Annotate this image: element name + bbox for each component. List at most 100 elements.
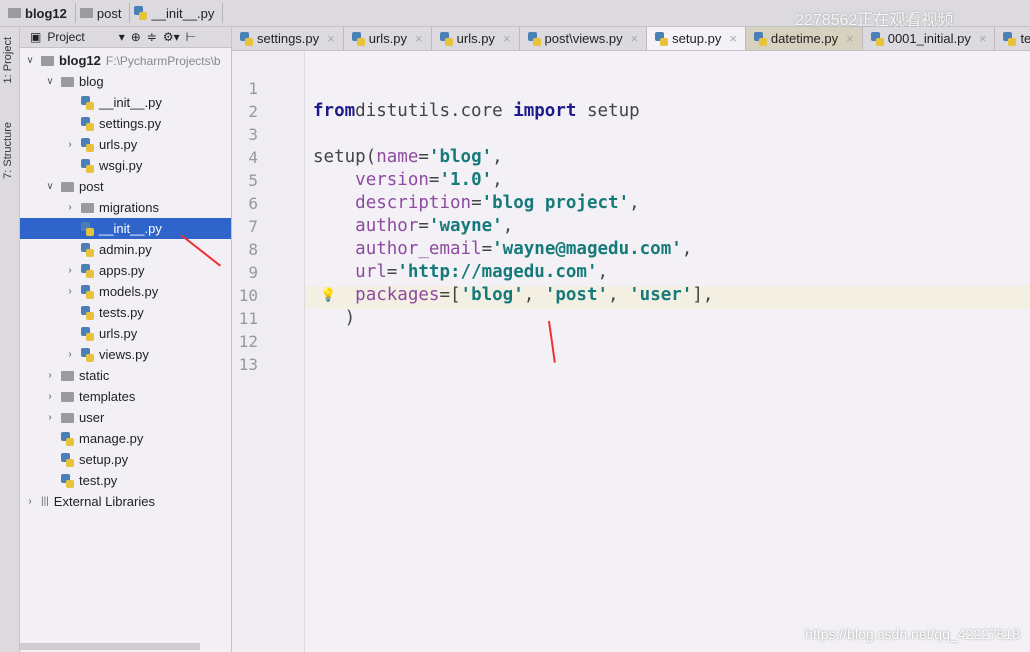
chevron-right-icon[interactable]: ›	[23, 496, 37, 507]
editor-tab[interactable]: post\views.py ×	[520, 27, 648, 50]
line-number: 4	[248, 148, 258, 167]
code-token: 'wayne@magedu.com'	[492, 239, 682, 259]
line-number: 7	[248, 217, 258, 236]
chevron-right-icon[interactable]: ›	[63, 349, 77, 360]
csdn-watermark: https://blog.csdn.net/qq_42227818	[805, 626, 1020, 642]
close-tab-icon[interactable]: ×	[631, 31, 639, 46]
tree-item[interactable]: test.py	[20, 470, 231, 491]
close-tab-icon[interactable]: ×	[846, 31, 854, 46]
code-token: description	[355, 193, 472, 213]
code-token: version	[355, 170, 429, 190]
tab-label: te	[1020, 31, 1030, 46]
tree-item[interactable]: › models.py	[20, 281, 231, 302]
tree-item[interactable]: › migrations	[20, 197, 231, 218]
tree-item-label: apps.py	[99, 263, 145, 278]
tree-item[interactable]: › ||| External Libraries	[20, 491, 231, 512]
tree-item[interactable]: › apps.py	[20, 260, 231, 281]
close-tab-icon[interactable]: ×	[327, 31, 335, 46]
chevron-down-icon[interactable]: ∨	[23, 55, 37, 66]
tree-item[interactable]: urls.py	[20, 323, 231, 344]
tree-item[interactable]: ∨ blog	[20, 71, 231, 92]
python-file-icon	[61, 473, 74, 488]
chevron-right-icon[interactable]: ›	[43, 391, 57, 402]
editor-tab[interactable]: datetime.py ×	[745, 27, 863, 50]
line-number: 13	[238, 355, 258, 374]
intention-bulb-icon[interactable]: 💡	[320, 287, 336, 303]
python-file-icon	[81, 95, 94, 110]
tree-item-label: admin.py	[99, 242, 152, 257]
tree-item[interactable]: › static	[20, 365, 231, 386]
folder-icon	[41, 55, 54, 66]
project-tool-button[interactable]: 1: Project	[2, 37, 14, 83]
editor-tab[interactable]: urls.py ×	[344, 27, 432, 50]
breadcrumb-item-blog12[interactable]: blog12	[8, 3, 76, 23]
code-token: 'http://magedu.com'	[397, 262, 598, 282]
chevron-right-icon[interactable]: ›	[63, 202, 77, 213]
structure-tool-button[interactable]: 7: Structure	[2, 122, 14, 179]
chevron-down-icon[interactable]: ∨	[43, 181, 57, 192]
tree-item-label: urls.py	[99, 137, 138, 152]
code-token: 'blog'	[460, 285, 524, 305]
code-token: distutils.core	[355, 101, 514, 121]
tree-item[interactable]: setup.py	[20, 449, 231, 470]
code-line: url='http://magedu.com',	[313, 262, 608, 282]
chevron-right-icon[interactable]: ›	[63, 139, 77, 150]
editor-tab[interactable]: urls.py ×	[432, 27, 520, 50]
close-tab-icon[interactable]: ×	[729, 31, 737, 46]
chevron-right-icon[interactable]: ›	[43, 370, 57, 381]
tree-item[interactable]: manage.py	[20, 428, 231, 449]
project-view-selector[interactable]: Project	[47, 30, 84, 44]
close-tab-icon[interactable]: ×	[503, 31, 511, 46]
project-path: F:\PycharmProjects\b	[105, 53, 221, 68]
tab-label: urls.py	[368, 31, 408, 46]
tree-item[interactable]: ∨ blog12 F:\PycharmProjects\b	[20, 50, 231, 71]
tree-item[interactable]: __init__.py	[20, 92, 231, 113]
tree-item[interactable]: wsgi.py	[20, 155, 231, 176]
tree-item-label: External Libraries	[53, 494, 155, 509]
breadcrumb-item-post[interactable]: post	[79, 3, 131, 23]
gear-icon[interactable]: ⚙▾	[163, 30, 180, 44]
code-line: setup(name='blog',	[313, 147, 503, 167]
horizontal-scrollbar[interactable]	[20, 643, 200, 650]
tab-label: urls.py	[456, 31, 495, 46]
code-line: version='1.0',	[313, 170, 503, 190]
code-editor[interactable]: 1 2 3 4 5 6 7 8 9 10 11 12 13 fromdistutils.core imp…	[232, 51, 1030, 652]
chevron-right-icon[interactable]: ›	[63, 265, 77, 276]
code-token: 'blog'	[428, 147, 493, 167]
python-file-icon	[81, 137, 94, 152]
tree-item-label: wsgi.py	[99, 158, 143, 173]
chevron-right-icon[interactable]: ›	[63, 286, 77, 297]
collapse-all-icon[interactable]: ≑	[147, 30, 157, 44]
chevron-right-icon[interactable]: ›	[43, 412, 57, 423]
tree-item[interactable]: tests.py	[20, 302, 231, 323]
tree-item[interactable]: settings.py	[20, 113, 231, 134]
breadcrumb-item-init[interactable]: __init__.py	[134, 3, 224, 23]
code-token: =	[418, 216, 429, 236]
editor-tab[interactable]: settings.py ×	[232, 27, 344, 50]
tree-item[interactable]: › urls.py	[20, 134, 231, 155]
python-file-icon	[81, 158, 94, 173]
editor-tab[interactable]: 0001_initial.py ×	[863, 27, 996, 50]
tree-item[interactable]: __init__.py	[20, 218, 231, 239]
python-file-icon	[439, 31, 453, 46]
tree-item-label: settings.py	[99, 116, 162, 131]
hide-panel-icon[interactable]: ⊢	[186, 30, 196, 44]
tree-item[interactable]: › templates	[20, 386, 231, 407]
code-token: =[	[439, 285, 461, 305]
dropdown-icon[interactable]: ▾	[119, 30, 125, 44]
editor-tab[interactable]: setup.py ×	[647, 27, 746, 50]
tree-item-label: manage.py	[79, 431, 144, 446]
editor-tab[interactable]: te	[995, 27, 1030, 50]
close-tab-icon[interactable]: ×	[979, 31, 987, 46]
tree-item[interactable]: › views.py	[20, 344, 231, 365]
tree-item-label: views.py	[99, 347, 149, 362]
close-tab-icon[interactable]: ×	[415, 31, 423, 46]
chevron-down-icon[interactable]: ∨	[43, 76, 57, 87]
code-token: url	[355, 262, 387, 282]
tree-item[interactable]: › user	[20, 407, 231, 428]
scroll-from-source-icon[interactable]: ⊕	[131, 30, 141, 44]
tree-item[interactable]: ∨ post	[20, 176, 231, 197]
project-panel-header: ▣ Project ▾ ⊕ ≑ ⚙▾ ⊢	[20, 27, 231, 48]
